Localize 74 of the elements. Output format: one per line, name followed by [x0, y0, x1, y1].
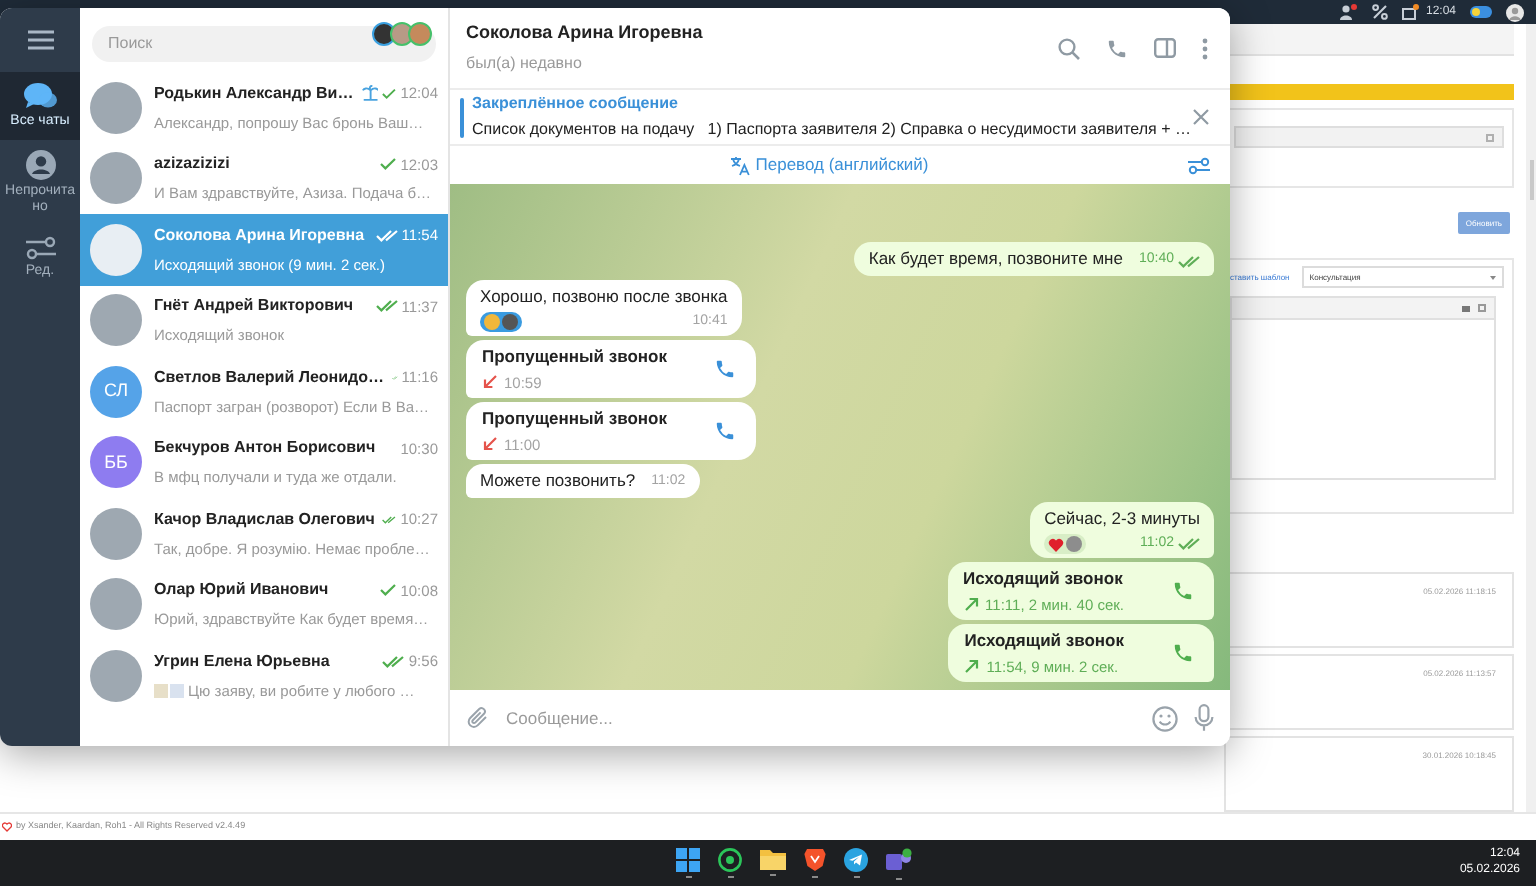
chat-name: azizazizizi	[154, 152, 230, 177]
reactor-avatar	[1066, 536, 1083, 552]
chat-name: Соколова Арина Игоревна	[154, 223, 365, 248]
team-chat-app-icon[interactable]	[885, 847, 911, 873]
avatar-photo-placeholder	[90, 578, 142, 631]
keyboard-icon[interactable]	[1462, 305, 1470, 311]
call-title: Исходящий звонок	[964, 628, 1124, 654]
reaction-emoji-icon	[484, 314, 500, 330]
chat-status: был(а) недавно	[466, 51, 584, 76]
profile-avatar-icon[interactable]	[1506, 3, 1524, 21]
phone-icon[interactable]	[1172, 580, 1194, 602]
menu-icon[interactable]	[27, 30, 53, 50]
avatar-photo-placeholder	[90, 81, 142, 134]
chat-name: Родькин Александр Ви…	[154, 81, 354, 106]
percent-icon[interactable]	[1371, 4, 1388, 20]
pinned-message-bar[interactable]: Закреплённое сообщение Список документов на подачу 1) Паспорта заявителя 2) Справка о несудимости заявителя + …	[450, 88, 1230, 144]
box-notification-icon[interactable]	[1401, 4, 1420, 20]
story-avatars-drawing[interactable]	[372, 22, 432, 46]
initials-avatar: СЛ	[90, 365, 142, 418]
folder-icon[interactable]	[759, 847, 785, 869]
chat-title: Соколова Арина Игоревна	[466, 20, 705, 47]
reaction-chip[interactable]	[1044, 534, 1087, 554]
chat-name: Бекчуров Антон Борисович	[154, 436, 376, 461]
calendar-icon	[1486, 133, 1494, 141]
message-text: Как будет время, позвоните мне	[868, 246, 1123, 272]
toggle-switch[interactable]	[1470, 6, 1492, 18]
chat-bubbles-icon	[23, 82, 57, 110]
emoji-icon[interactable]	[1152, 705, 1178, 731]
phone-icon[interactable]	[714, 420, 737, 442]
chat-name: Гнёт Андрей Викторович	[154, 294, 354, 319]
avatar-photo-placeholder	[90, 223, 142, 276]
sliders-icon	[25, 236, 55, 260]
microphone-icon[interactable]	[1194, 704, 1214, 732]
message-field[interactable]: Сообщение...	[506, 705, 1136, 731]
call-title: Пропущенный звонок	[482, 344, 667, 370]
paper-plane-app-icon[interactable]	[844, 847, 868, 871]
search-field[interactable]: Поиск	[92, 25, 436, 61]
chat-name: Угрин Елена Юрьевна	[154, 649, 330, 674]
pinned-label: Закреплённое сообщение	[472, 92, 680, 116]
close-icon[interactable]	[1192, 108, 1210, 126]
avatar-photo-placeholder	[90, 294, 142, 347]
lion-shield-icon[interactable]	[803, 847, 825, 871]
reaction-chip[interactable]	[480, 312, 522, 332]
phone-icon[interactable]	[1172, 642, 1194, 664]
heart-icon	[1048, 537, 1065, 551]
fullscreen-icon[interactable]	[1478, 304, 1486, 312]
avatar-photo-placeholder	[90, 507, 142, 560]
translate-icon	[729, 155, 750, 175]
message-text: Сейчас, 2-3 минуты	[1044, 505, 1200, 531]
chat-name: Светлов Валерий Леонидо…	[154, 365, 385, 390]
chat-name: Качор Владислав Олегович	[154, 507, 375, 532]
pinned-text: Список документов на подачу 1) Паспорта заявителя 2) Справка о несудимости заявителя + …	[472, 118, 1192, 142]
caret-icon	[1490, 275, 1496, 279]
phone-icon[interactable]	[714, 358, 737, 380]
heart-icon	[2, 822, 12, 832]
initials-avatar: ББ	[90, 436, 142, 489]
avatar-photo-placeholder	[90, 152, 142, 205]
user-notification-icon[interactable]	[1339, 4, 1358, 20]
call-title: Исходящий звонок	[963, 566, 1124, 592]
search-icon[interactable]	[1058, 37, 1080, 59]
paperclip-icon[interactable]	[466, 706, 490, 730]
message-text: Можете позвонить?	[480, 468, 636, 494]
chat-name: Олар Юрий Иванович	[154, 578, 329, 603]
reactor-avatar	[502, 314, 518, 330]
settings-sliders-icon[interactable]	[1188, 155, 1210, 175]
call-title: Пропущенный звонок	[482, 406, 667, 432]
more-icon[interactable]	[1202, 37, 1208, 59]
windows-start-icon[interactable]	[676, 847, 700, 871]
date-field[interactable]	[1234, 126, 1504, 148]
call-icon[interactable]	[1106, 37, 1128, 59]
sidebar-icon[interactable]	[1154, 38, 1176, 58]
avatar-photo-placeholder	[90, 649, 142, 702]
person-circle-icon	[25, 150, 55, 180]
message-text: Хорошо, позвоню после звонка	[480, 283, 728, 309]
